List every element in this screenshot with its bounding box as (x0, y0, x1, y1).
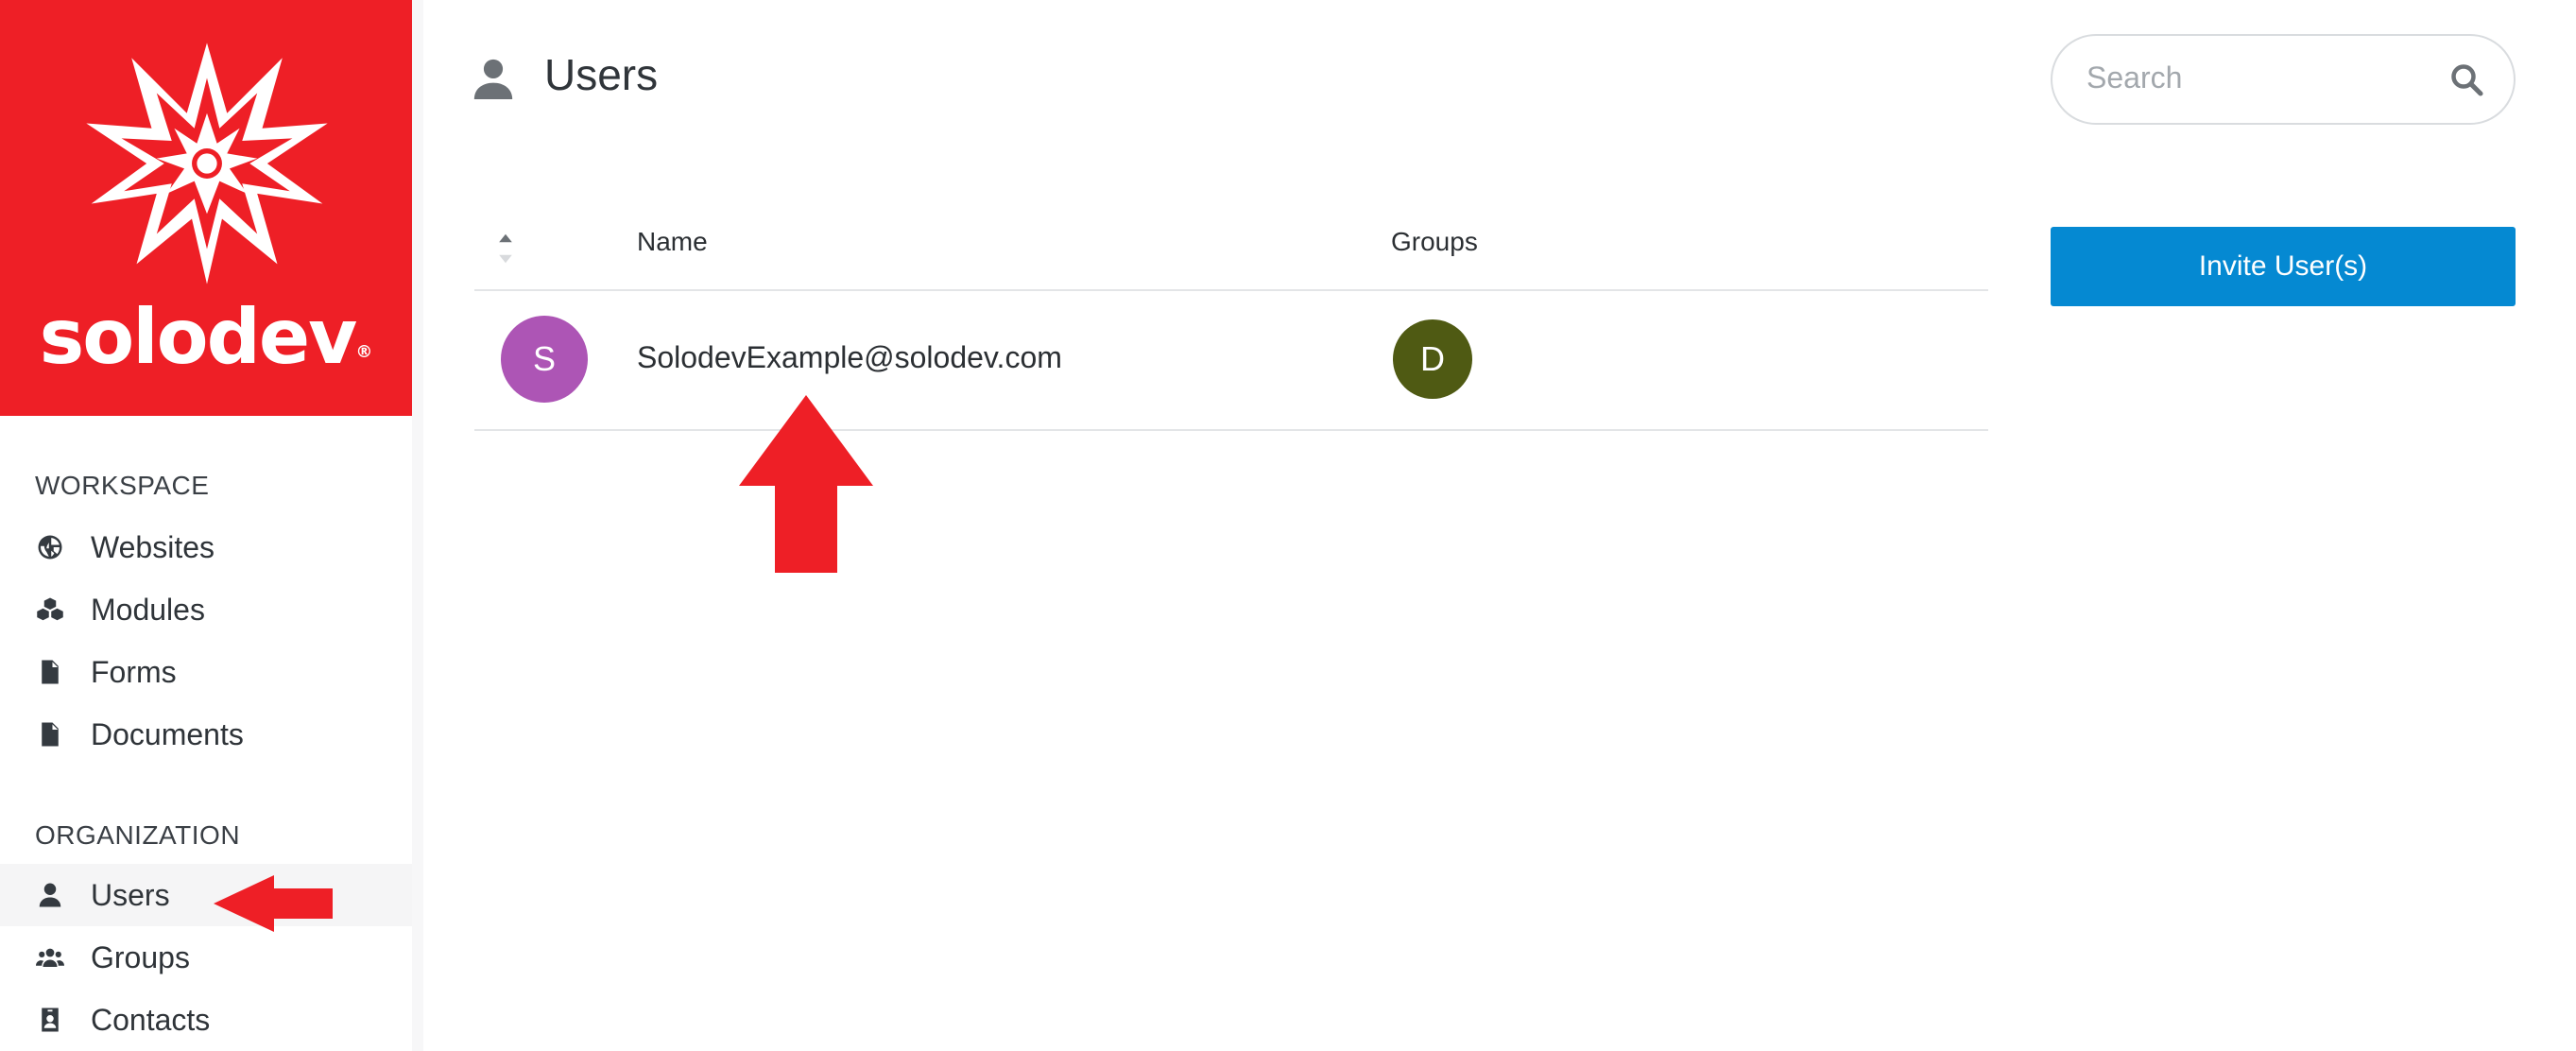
sidebar-item-label: Users (91, 877, 170, 912)
header-divider (474, 289, 1988, 291)
section-label-organization: ORGANIZATION (35, 820, 241, 850)
search-placeholder: Search (2087, 60, 2183, 95)
user-email[interactable]: SolodevExample@solodev.com (637, 340, 1062, 375)
sidebar-item-label: Contacts (91, 1002, 211, 1037)
logo-star-icon (86, 43, 328, 284)
sidebar-item-documents[interactable]: Documents (0, 703, 412, 766)
contact-card-icon (34, 1004, 66, 1036)
section-label-workspace: WORKSPACE (35, 471, 210, 500)
row-divider (474, 429, 1988, 431)
group-badge[interactable]: D (1393, 319, 1472, 399)
brand-logo[interactable]: solodev® (0, 0, 412, 416)
search-icon[interactable] (2449, 62, 2483, 96)
logo-wordmark: solodev® (39, 293, 373, 381)
left-arrow-annotation (214, 875, 333, 932)
invite-users-button[interactable]: Invite User(s) (2051, 227, 2516, 306)
sidebar: solodev® WORKSPACE Websites Modules Form… (0, 0, 412, 1051)
document-icon (34, 718, 66, 750)
globe-icon (34, 531, 66, 563)
up-arrow-annotation (739, 395, 873, 573)
users-group-icon (34, 941, 66, 973)
sidebar-item-modules[interactable]: Modules (0, 578, 412, 641)
form-document-icon (34, 656, 66, 688)
sidebar-item-label: Documents (91, 716, 244, 751)
sidebar-item-groups[interactable]: Groups (0, 926, 412, 989)
sidebar-item-label: Forms (91, 654, 177, 689)
sidebar-item-forms[interactable]: Forms (0, 641, 412, 703)
search-input[interactable]: Search (2051, 34, 2516, 125)
sort-icon[interactable] (497, 233, 514, 265)
avatar: S (501, 316, 588, 403)
sidebar-item-label: Modules (91, 592, 205, 627)
user-icon (34, 879, 66, 911)
page-title: Users (544, 50, 659, 99)
sidebar-item-websites[interactable]: Websites (0, 516, 412, 578)
user-icon (473, 59, 513, 99)
column-header-name[interactable]: Name (637, 227, 708, 257)
sidebar-item-users[interactable]: Users (0, 864, 412, 926)
sidebar-divider (412, 0, 423, 1051)
sidebar-item-label: Groups (91, 939, 190, 974)
sidebar-item-contacts[interactable]: Contacts (0, 989, 412, 1051)
sidebar-item-label: Websites (91, 529, 215, 564)
column-header-groups[interactable]: Groups (1391, 227, 1478, 257)
cubes-icon (34, 594, 66, 626)
